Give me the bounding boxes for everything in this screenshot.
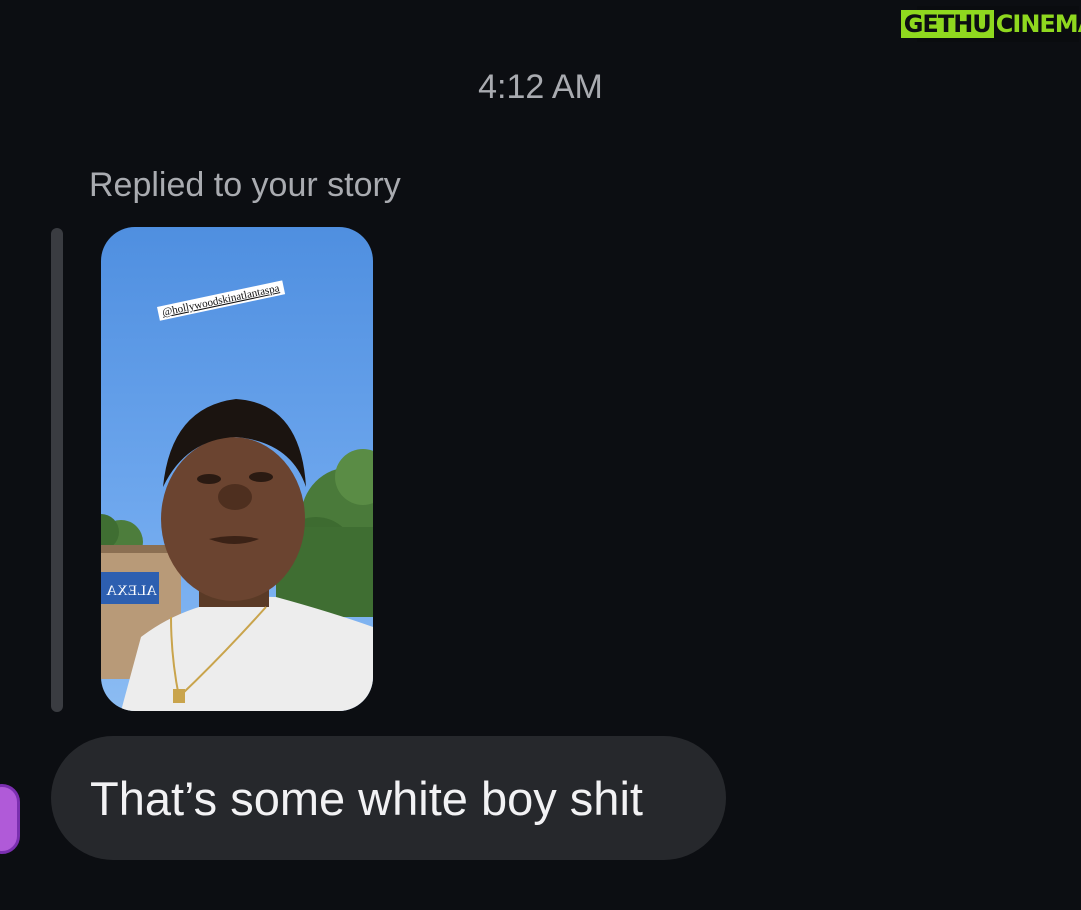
reply-context-label: Replied to your story [89,166,401,204]
avatar[interactable] [0,784,20,854]
message-text: That’s some white boy shit [90,771,643,825]
watermark-part-b: CINEMA [995,10,1081,38]
watermark-logo: GETHUCINEMA [900,6,1081,42]
store-sign-text: ALEXA [106,583,157,599]
reply-quote-bar [51,228,63,712]
message-timestamp: 4:12 AM [478,68,603,106]
message-bubble[interactable]: That’s some white boy shit [51,736,726,860]
story-preview[interactable]: ALEXA @hollywoodskinatlantaspa [101,227,373,711]
watermark-part-a: GETHU [900,10,994,38]
